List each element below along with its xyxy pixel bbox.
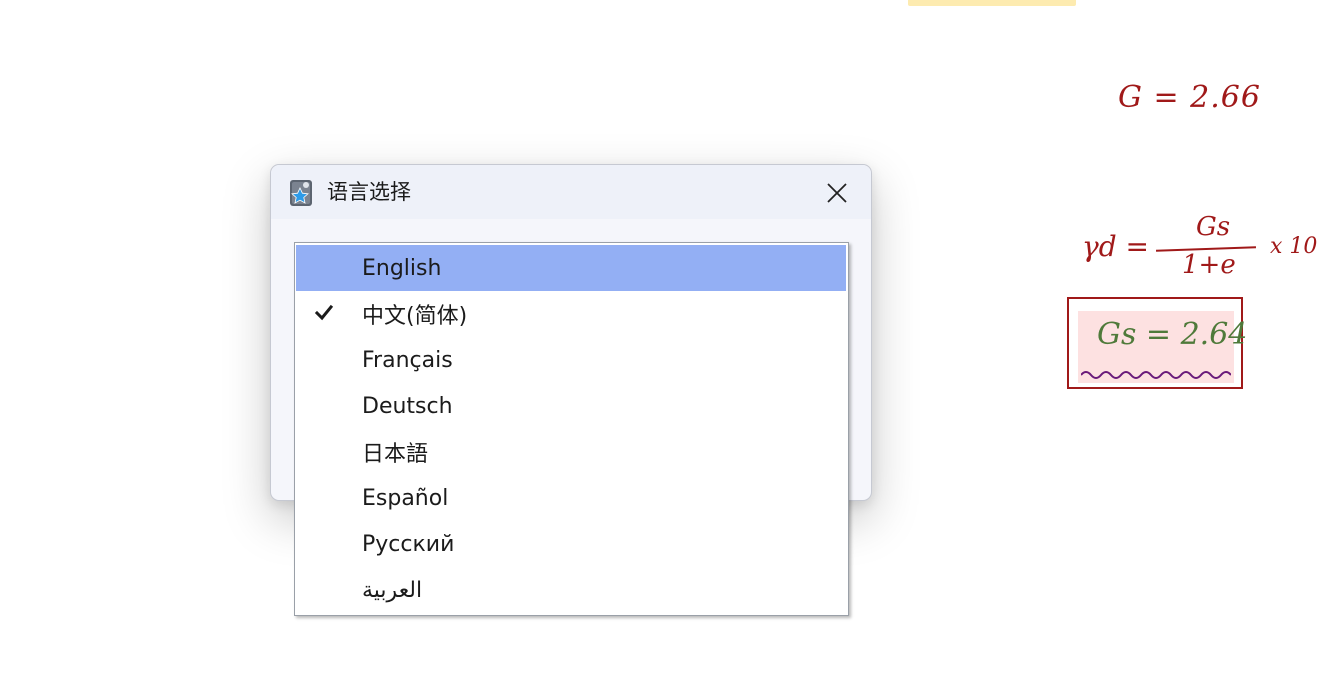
option-label: 日本語 [362,442,429,467]
close-icon [827,183,847,203]
boxed-value-text: Gs = 2.64 [1097,317,1248,352]
close-button[interactable] [817,175,857,211]
checkmark-icon [314,304,334,321]
app-star-icon [289,179,313,207]
note-formula: γd = Gs 1+e x 10 [1082,212,1328,292]
option-label: Español [362,485,449,511]
language-option-russian[interactable]: Русский [296,521,846,567]
dialog-titlebar[interactable]: 语言选择 [271,165,871,219]
language-option-japanese[interactable]: 日本語 [296,429,846,475]
language-option-chinese-simplified[interactable]: 中文(简体) [296,291,846,337]
top-highlight-strip [908,0,1076,6]
note-g-value: G = 2.66 [1118,80,1261,115]
language-option-english[interactable]: English [296,245,846,291]
language-dropdown-list[interactable]: English 中文(简体) Français Deutsch 日本語 Espa… [294,242,849,616]
language-option-spanish[interactable]: Español [296,475,846,521]
language-option-german[interactable]: Deutsch [296,383,846,429]
formula-rhs: x 10 [1270,234,1318,259]
option-label: Français [362,347,453,373]
dialog-title: 语言选择 [327,180,411,204]
option-label: Русский [362,531,455,557]
option-label: English [362,255,442,281]
option-label: Deutsch [362,393,453,419]
formula-numerator: Gs [1196,212,1231,242]
option-label: العربية [362,577,423,603]
language-option-arabic[interactable]: العربية [296,567,846,613]
canvas-background: G = 2.66 γd = Gs 1+e x 10 Gs = 2.64 语言选择 [0,0,1328,682]
formula-denominator: 1+e [1182,250,1236,280]
wavy-underline [1081,371,1231,379]
option-label: 中文(简体) [362,304,468,329]
language-option-french[interactable]: Français [296,337,846,383]
note-boxed-value: Gs = 2.64 [1067,297,1247,389]
formula-lhs: γd = [1082,230,1150,263]
